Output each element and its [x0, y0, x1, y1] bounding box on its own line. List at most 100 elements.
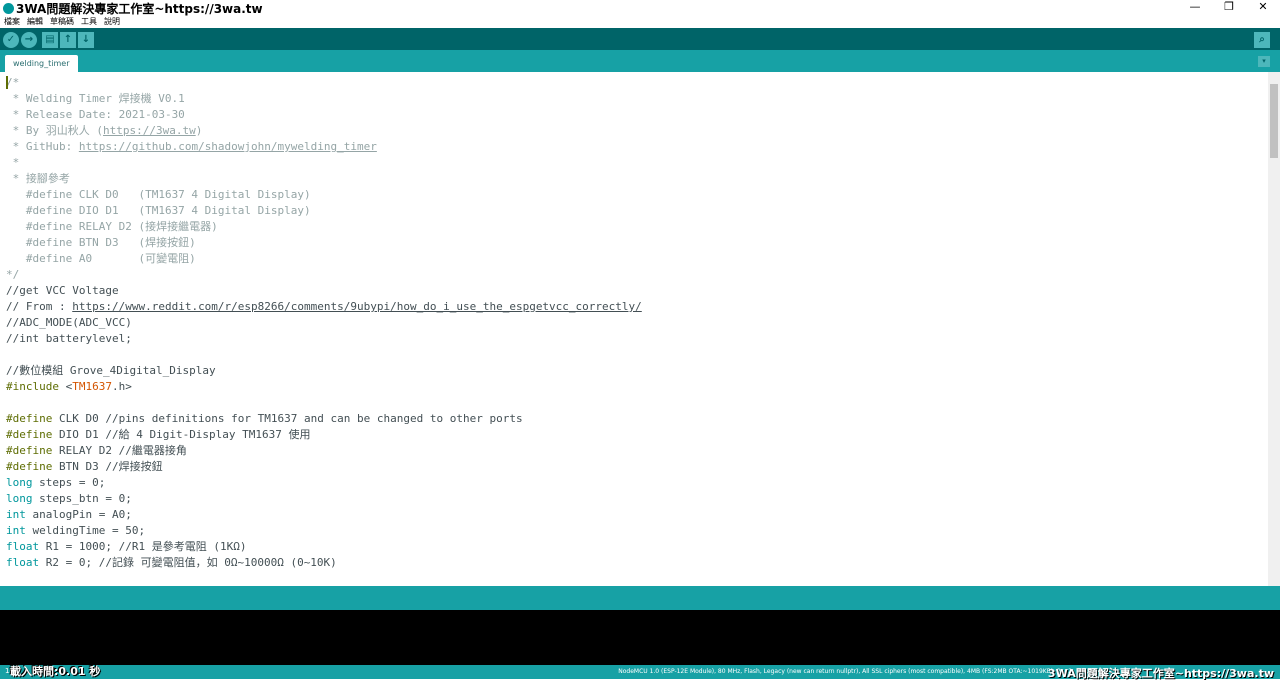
code-token: float: [6, 556, 40, 569]
code-editor[interactable]: /* * Welding Timer 焊接機 V0.1 * Release Da…: [0, 72, 1268, 586]
code-line: * Welding Timer 焊接機 V0.1: [6, 91, 642, 107]
code-line: #include <TM1637.h>: [6, 379, 642, 395]
serial-monitor-icon[interactable]: ⌕: [1254, 32, 1270, 48]
code-token: #define BTN D3 (焊接按鈕): [6, 236, 196, 249]
code-token: * By 羽山秋人 (: [6, 124, 103, 137]
menu-bar: 檔案 編輯 草稿碼 工具 說明: [0, 16, 1280, 28]
code-token: */: [6, 268, 20, 281]
new-file-icon[interactable]: ▤: [42, 32, 58, 48]
code-link[interactable]: https://github.com/shadowjohn/mywelding_…: [79, 140, 377, 153]
code-token: * Welding Timer 焊接機 V0.1: [6, 92, 185, 105]
tab-menu-icon[interactable]: ▾: [1258, 56, 1270, 67]
code-token: * GitHub:: [6, 140, 79, 153]
code-line: * Release Date: 2021-03-30: [6, 107, 642, 123]
code-line: long steps = 0;: [6, 475, 642, 491]
code-line: int weldingTime = 50;: [6, 523, 642, 539]
window-title: 3WA問題解決專家工作室~https://3wa.tw: [16, 1, 263, 16]
code-token: #define RELAY D2 (接焊接繼電器): [6, 220, 218, 233]
code-token: * 接腳參考: [6, 172, 70, 185]
code-token: #define DIO D1 (TM1637 4 Digital Display…: [6, 204, 311, 217]
code-token: #define: [6, 428, 53, 441]
code-token: long: [6, 476, 33, 489]
code-token: steps_btn = 0;: [32, 492, 132, 505]
code-line: #define CLK D0 //pins definitions for TM…: [6, 411, 642, 427]
console-divider[interactable]: [0, 586, 1280, 610]
toolbar: ✓ → ▤ ↑ ↓ ⌕: [0, 28, 1280, 50]
code-token: DIO D1 //給 4 Digit-Display TM1637 使用: [52, 428, 311, 441]
code-token: weldingTime = 50;: [25, 524, 146, 537]
code-line: #define BTN D3 //焊接按鈕: [6, 459, 642, 475]
code-token: * Release Date: 2021-03-30: [6, 108, 185, 121]
code-line: //int batterylevel;: [6, 331, 642, 347]
text-cursor: [6, 76, 8, 89]
code-token: steps = 0;: [32, 476, 106, 489]
scrollbar-thumb[interactable]: [1270, 84, 1278, 158]
code-line: #define CLK D0 (TM1637 4 Digital Display…: [6, 187, 642, 203]
menu-tools[interactable]: 工具: [81, 16, 97, 28]
open-icon[interactable]: ↑: [60, 32, 76, 48]
code-token: // From :: [6, 300, 73, 313]
code-link[interactable]: https://3wa.tw: [103, 124, 196, 137]
tab-bar: welding_timer ▾: [0, 50, 1280, 72]
upload-icon[interactable]: →: [21, 32, 37, 48]
code-token: *: [6, 156, 20, 169]
code-line: #define A0 (可變電阻): [6, 251, 642, 267]
code-token: analogPin = A0;: [25, 508, 132, 521]
close-button[interactable]: ✕: [1246, 0, 1280, 16]
code-token: ): [195, 124, 203, 137]
code-line: #define RELAY D2 //繼電器接角: [6, 443, 642, 459]
code-token: float: [6, 540, 40, 553]
console-message: 載入時間:0.01 秒: [10, 665, 101, 678]
verify-icon[interactable]: ✓: [3, 32, 19, 48]
code-line: // From : https://www.reddit.com/r/esp82…: [6, 299, 642, 315]
tab-welding-timer[interactable]: welding_timer: [5, 55, 78, 72]
title-bar: 3WA問題解決專家工作室~https://3wa.tw — ❐ ✕: [0, 0, 1280, 16]
code-line: float R1 = 1000; //R1 是參考電阻 (1KΩ): [6, 539, 642, 555]
code-line: float R2 = 0; //記錄 可變電阻值，如 0Ω~10000Ω (0~…: [6, 555, 642, 571]
code-line: //get VCC Voltage: [6, 283, 642, 299]
code-line: //ADC_MODE(ADC_VCC): [6, 315, 642, 331]
menu-sketch[interactable]: 草稿碼: [50, 16, 74, 28]
minimize-button[interactable]: —: [1178, 0, 1212, 16]
code-token: BTN D3 //焊接按鈕: [52, 460, 163, 473]
code-token: #define: [6, 412, 53, 425]
code-line: *: [6, 155, 642, 171]
code-token: //數位模組 Grove_4Digital_Display: [6, 364, 216, 377]
code-token: R1 = 1000; //R1 是參考電阻 (1KΩ): [39, 540, 247, 553]
code-line: long steps_btn = 0;: [6, 491, 642, 507]
code-line: /*: [6, 75, 642, 91]
status-bar: 1 NodeMCU 1.0 (ESP-12E Module), 80 MHz, …: [0, 665, 1280, 680]
code-line: #define DIO D1 //給 4 Digit-Display TM163…: [6, 427, 642, 443]
code-content: /* * Welding Timer 焊接機 V0.1 * Release Da…: [6, 75, 642, 571]
code-token: #define A0 (可變電阻): [6, 252, 196, 265]
code-token: //ADC_MODE(ADC_VCC): [6, 316, 132, 329]
menu-file[interactable]: 檔案: [4, 16, 20, 28]
menu-edit[interactable]: 編輯: [27, 16, 43, 28]
code-link[interactable]: https://www.reddit.com/r/esp8266/comment…: [72, 300, 642, 313]
code-line: */: [6, 267, 642, 283]
code-line: #define RELAY D2 (接焊接繼電器): [6, 219, 642, 235]
arduino-icon: [3, 2, 14, 14]
menu-help[interactable]: 說明: [104, 16, 120, 28]
code-token: RELAY D2 //繼電器接角: [52, 444, 187, 457]
code-token: #include: [6, 380, 66, 393]
code-token: TM1637: [72, 380, 112, 393]
line-number: 1: [5, 667, 10, 675]
code-token: int: [6, 508, 26, 521]
code-line: * By 羽山秋人 (https://3wa.tw): [6, 123, 642, 139]
code-token: //int batterylevel;: [6, 332, 132, 345]
code-line: //數位模組 Grove_4Digital_Display: [6, 363, 642, 379]
code-line: #define DIO D1 (TM1637 4 Digital Display…: [6, 203, 642, 219]
code-token: R2 = 0; //記錄 可變電阻值，如 0Ω~10000Ω (0~10K): [39, 556, 337, 569]
console-output: [0, 610, 1280, 665]
code-line: * 接腳參考: [6, 171, 642, 187]
editor-scrollbar[interactable]: [1268, 72, 1280, 586]
code-token: #define: [6, 444, 53, 457]
restore-button[interactable]: ❐: [1212, 0, 1246, 16]
save-icon[interactable]: ↓: [78, 32, 94, 48]
board-info: NodeMCU 1.0 (ESP-12E Module), 80 MHz, Fl…: [618, 668, 1072, 675]
code-token: #define CLK D0 (TM1637 4 Digital Display…: [6, 188, 311, 201]
code-token: CLK D0 //pins definitions for TM1637 and…: [52, 412, 523, 425]
